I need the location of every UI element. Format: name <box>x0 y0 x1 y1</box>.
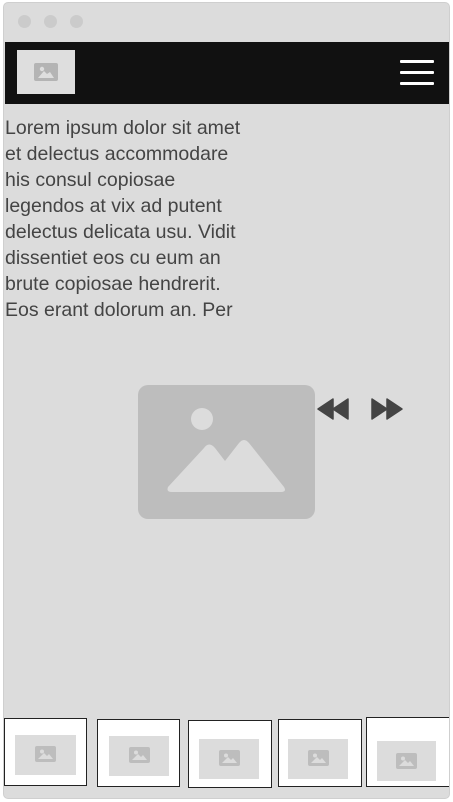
thumbnail-placeholder <box>15 735 76 775</box>
image-placeholder-icon <box>167 408 285 492</box>
thumbnail-5[interactable] <box>366 717 449 787</box>
maximize-dot[interactable] <box>70 15 83 28</box>
title-bar <box>4 3 449 41</box>
image-placeholder-icon <box>35 746 56 762</box>
thumbnail-3[interactable] <box>188 720 272 788</box>
navbar <box>5 42 449 104</box>
carousel-main-image <box>138 385 315 519</box>
close-dot[interactable] <box>18 15 31 28</box>
thumbnail-placeholder <box>199 739 259 779</box>
image-placeholder-icon <box>396 753 417 769</box>
image-placeholder-icon <box>219 750 240 766</box>
browser-window: Lorem ipsum dolor sit amet et delectus a… <box>3 2 450 799</box>
fast-forward-icon <box>371 398 403 420</box>
thumbnail-1[interactable] <box>4 718 87 786</box>
thumbnail-strip <box>4 717 449 788</box>
carousel-next-button[interactable] <box>370 396 404 422</box>
thumbnail-placeholder <box>377 741 436 781</box>
image-placeholder-icon <box>34 63 58 81</box>
image-placeholder-icon <box>308 750 329 766</box>
thumbnail-4[interactable] <box>278 719 362 787</box>
rewind-icon <box>317 398 349 420</box>
body-paragraph: Lorem ipsum dolor sit amet et delectus a… <box>5 117 241 321</box>
thumbnail-2[interactable] <box>97 719 180 787</box>
carousel-prev-button[interactable] <box>316 396 350 422</box>
logo-placeholder[interactable] <box>17 50 75 94</box>
minimize-dot[interactable] <box>44 15 57 28</box>
thumbnail-placeholder <box>288 739 348 779</box>
hamburger-menu-icon[interactable] <box>400 60 434 86</box>
image-placeholder-icon <box>129 747 150 763</box>
thumbnail-placeholder <box>109 736 169 776</box>
